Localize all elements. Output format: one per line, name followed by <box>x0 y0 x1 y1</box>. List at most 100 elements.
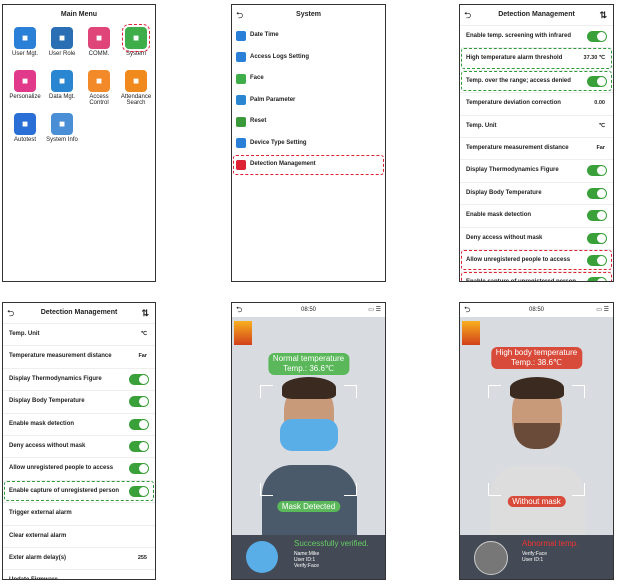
frame-corner <box>488 385 501 398</box>
menu-item-autotest[interactable]: ■ Autotest <box>7 113 43 143</box>
menu-item-label: User Mgt. <box>11 51 38 57</box>
toggle-switch[interactable] <box>129 396 149 408</box>
menu-item-comm-[interactable]: ■ COMM. <box>81 27 117 57</box>
setting-row[interactable]: Enable capture of unregistered person <box>460 271 613 281</box>
system-item-label: Detection Management <box>250 161 316 168</box>
setting-label: Enable temp. screening with infrared <box>466 33 572 39</box>
setting-icon <box>236 116 246 127</box>
system-item-label: Reset <box>250 118 267 125</box>
screen-header: ⮌ 08:50 ▭ ☰ <box>232 303 385 317</box>
back-icon[interactable]: ⮌ <box>7 303 14 323</box>
frame-corner <box>344 385 357 398</box>
menu-item-user-mgt-[interactable]: ■ User Mgt. <box>7 27 43 57</box>
setting-row[interactable]: Display Body Temperature <box>3 390 155 412</box>
menu-item-attendance-search[interactable]: ■ Attendance Search <box>118 70 154 106</box>
menu-icon[interactable]: ▭ ☰ <box>596 303 609 317</box>
sort-icon[interactable]: ⇅ <box>599 5 607 25</box>
toggle-switch[interactable] <box>587 165 607 177</box>
setting-icon <box>236 138 246 149</box>
toggle-switch[interactable] <box>587 277 607 281</box>
system-item-label: Palm Parameter <box>250 96 296 103</box>
frame-corner <box>488 483 501 496</box>
toggle-switch[interactable] <box>587 75 607 87</box>
toggle-switch[interactable] <box>587 31 607 42</box>
setting-row[interactable]: Trigger external alarm <box>3 502 155 524</box>
menu-item-access-control[interactable]: ■ Access Control <box>81 70 117 106</box>
setting-row[interactable]: Allow unregistered people to access <box>3 457 155 479</box>
setting-row[interactable]: Enable capture of unregistered person <box>3 479 155 502</box>
setting-label: Enable capture of unregistered person <box>9 487 120 494</box>
setting-label: Display Thermodynamics Figure <box>9 375 102 382</box>
setting-row[interactable]: Temperature measurement distance Far <box>460 136 613 159</box>
setting-row[interactable]: Temperature measurement distance Far <box>3 345 155 367</box>
setting-row[interactable]: Update Firmware <box>3 569 155 579</box>
menu-item-system[interactable]: ■ System <box>118 24 154 57</box>
setting-label: Temperature deviation correction <box>466 100 561 107</box>
setting-value: Far <box>138 353 147 360</box>
menu-item-personalize[interactable]: ■ Personalize <box>7 70 43 100</box>
setting-row[interactable]: Exter alarm delay(s) 255 <box>3 546 155 569</box>
toggle-switch[interactable] <box>587 210 607 222</box>
toggle-switch[interactable] <box>129 463 149 475</box>
temperature-value: Temp.: 36.6℃ <box>283 364 334 373</box>
menu-item-system-info[interactable]: ■ System Info <box>44 113 80 143</box>
system-item[interactable]: Face <box>232 68 385 90</box>
menu-item-data-mgt-[interactable]: ■ Data Mgt. <box>44 70 80 100</box>
setting-label: Enable mask detection <box>466 212 532 219</box>
setting-label: High temperature alarm threshold <box>466 55 563 62</box>
setting-row[interactable]: Temp. over the range; access denied <box>460 69 613 92</box>
setting-icon <box>236 52 246 63</box>
system-item-label: Access Logs Setting <box>250 53 310 60</box>
setting-row[interactable]: Enable mask detection <box>3 412 155 435</box>
detection-list-2: Temp. Unit ℃ Temperature measurement dista… <box>3 323 155 579</box>
mask-status: Without mask <box>507 496 566 507</box>
toggle-switch[interactable] <box>587 232 607 244</box>
menu-icon: ■ <box>125 70 147 92</box>
setting-row[interactable]: Allow unregistered people to access <box>460 248 613 271</box>
menu-item-user-role[interactable]: ■ User Role <box>44 27 80 57</box>
setting-row[interactable]: Deny access without mask <box>460 226 613 249</box>
menu-item-label: System Info <box>46 137 78 143</box>
back-icon[interactable]: ⮌ <box>236 5 243 25</box>
screen-header: ⮌ 08:50 ▭ ☰ <box>460 303 613 317</box>
verify-status: Abnormal temp. <box>522 539 579 548</box>
sort-icon[interactable]: ⇅ <box>141 303 149 323</box>
toggle-switch[interactable] <box>129 418 149 430</box>
menu-icon: ■ <box>88 70 110 92</box>
detection-title-1: Detection Management <box>498 11 575 18</box>
setting-row[interactable]: Display Body Temperature <box>460 181 613 204</box>
system-title: System <box>296 11 321 18</box>
menu-item-label: Autotest <box>13 137 36 143</box>
toggle-switch[interactable] <box>129 440 149 452</box>
setting-row[interactable]: High temperature alarm threshold 37.30 ℃ <box>460 47 613 69</box>
setting-row[interactable]: Temp. Unit ℃ <box>3 323 155 345</box>
verify-screen-high: ⮌ 08:50 ▭ ☰ High body temperature Temp.: 3… <box>459 302 614 580</box>
setting-row[interactable]: Display Thermodynamics Figure <box>3 367 155 390</box>
menu-icon: ■ <box>51 27 73 49</box>
menu-icon[interactable]: ▭ ☰ <box>368 303 381 317</box>
setting-row[interactable]: Enable temp. screening with infrared <box>460 25 613 47</box>
setting-label: Enable capture of unregistered person <box>466 279 576 281</box>
back-icon[interactable]: ⮌ <box>236 303 242 317</box>
toggle-switch[interactable] <box>587 254 607 266</box>
back-icon[interactable]: ⮌ <box>464 303 470 317</box>
system-item[interactable]: Reset <box>232 111 385 133</box>
user-info: Verify:Face User ID:1 <box>522 551 548 563</box>
face-photo <box>490 377 585 545</box>
system-item[interactable]: Palm Parameter <box>232 90 385 112</box>
frame-corner <box>344 483 357 496</box>
system-item[interactable]: Date Time <box>232 25 385 47</box>
system-item[interactable]: Detection Management <box>232 154 385 176</box>
toggle-switch[interactable] <box>129 485 149 497</box>
toggle-switch[interactable] <box>129 373 149 385</box>
setting-row[interactable]: Temperature deviation correction 0.00 <box>460 92 613 114</box>
setting-row[interactable]: Display Thermodynamics Figure <box>460 159 613 181</box>
toggle-switch[interactable] <box>587 187 607 199</box>
setting-row[interactable]: Clear external alarm <box>3 524 155 547</box>
system-item[interactable]: Access Logs Setting <box>232 47 385 69</box>
system-item[interactable]: Device Type Setting <box>232 133 385 155</box>
setting-row[interactable]: Enable mask detection <box>460 204 613 226</box>
setting-row[interactable]: Temp. Unit ℃ <box>460 114 613 137</box>
back-icon[interactable]: ⮌ <box>464 5 471 25</box>
setting-row[interactable]: Deny access without mask <box>3 434 155 457</box>
